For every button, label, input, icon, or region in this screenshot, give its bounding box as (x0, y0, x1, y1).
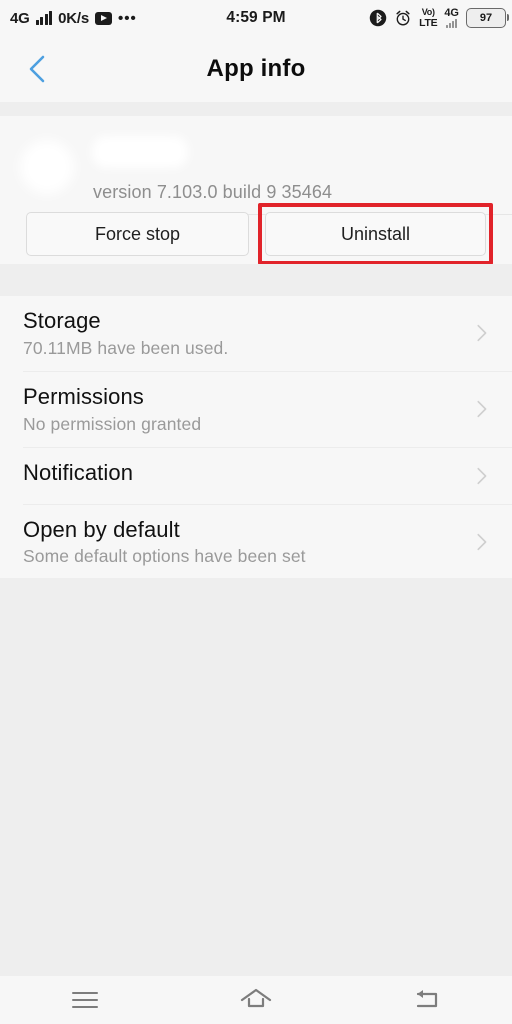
app-action-buttons: Force stop Uninstall (0, 203, 512, 265)
volte-top-label: Vo) (421, 6, 435, 17)
app-icon (20, 140, 74, 194)
page-background (0, 578, 512, 976)
back-chevron-icon[interactable] (20, 52, 54, 86)
signal-bars-small-icon (446, 19, 458, 28)
status-bar-right: Vo) LTE 4G 97 (369, 0, 509, 36)
system-navigation-bar (0, 976, 512, 1024)
back-arrow-icon (416, 990, 437, 1008)
app-name-redacted (92, 136, 188, 168)
chevron-right-icon (477, 533, 487, 551)
volte-bottom-label: LTE (419, 16, 438, 29)
list-item-subtitle: Some default options have been set (23, 546, 306, 567)
list-item-title: Permissions (23, 383, 144, 409)
list-item-open-by-default[interactable]: Open by default Some default options hav… (0, 505, 512, 580)
network-type-right-icon: 4G (444, 8, 459, 28)
list-item-subtitle: 70.11MB have been used. (23, 337, 229, 358)
list-item-permissions[interactable]: Permissions No permission granted (0, 372, 512, 447)
clock-label: 4:59 PM (226, 9, 286, 26)
battery-level-label: 97 (479, 12, 493, 24)
section-gap-divider (0, 264, 512, 296)
menu-icon (72, 991, 99, 1009)
list-item-title: Notification (23, 459, 134, 485)
uninstall-button[interactable]: Uninstall (265, 212, 486, 256)
app-version-label: version 7.103.0 build 9 35464 (93, 182, 333, 202)
list-item-title: Storage (23, 308, 101, 333)
top-gap-divider (0, 102, 512, 116)
list-item-subtitle: No permission granted (23, 413, 202, 434)
home-button[interactable] (221, 976, 291, 1024)
list-item-title: Open by default (23, 516, 180, 542)
chevron-right-icon (477, 325, 487, 342)
list-item-storage[interactable]: Storage 70.11MB have been used. (0, 296, 512, 371)
network-type-right-label: 4G (444, 7, 459, 19)
alarm-clock-icon (396, 10, 410, 26)
settings-list: Storage 70.11MB have been used. Permissi… (0, 296, 512, 586)
recents-button[interactable] (50, 976, 120, 1024)
status-bar: 4G 0K/s ••• 4:59 PM Vo) LTE 4G 97 (0, 0, 512, 36)
back-chevron-glyph (29, 55, 45, 83)
home-icon (240, 988, 272, 1008)
volte-icon: Vo) LTE (419, 6, 438, 29)
bluetooth-icon (369, 9, 387, 27)
back-button[interactable] (392, 976, 462, 1024)
page-title: App info (206, 55, 306, 82)
chevron-right-icon (477, 401, 487, 418)
phone-screen: 4G 0K/s ••• 4:59 PM Vo) LTE 4G 97 App in… (0, 0, 512, 1024)
battery-icon: 97 (466, 8, 509, 28)
chevron-right-icon (477, 467, 487, 484)
uninstall-button-wrapper: Uninstall (258, 203, 493, 265)
force-stop-button[interactable]: Force stop (26, 212, 249, 256)
list-item-notification[interactable]: Notification (0, 448, 512, 504)
app-summary-card: version 7.103.0 build 9 35464 Force stop… (0, 116, 512, 265)
app-bar: App info (0, 36, 512, 102)
